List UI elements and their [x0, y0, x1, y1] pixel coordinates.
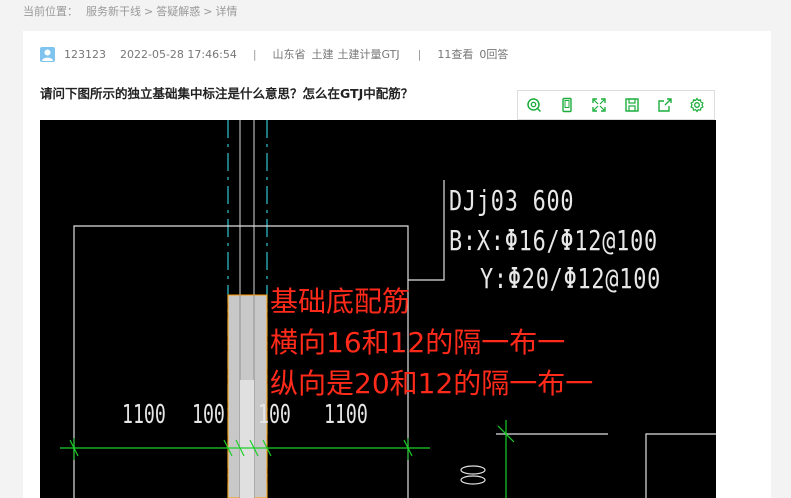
meta-divider: |: [252, 48, 257, 61]
foundation-label-line1: DJj03 600: [449, 184, 575, 217]
username[interactable]: 123123: [64, 47, 106, 63]
breadcrumb-prefix: 当前位置：: [23, 5, 78, 18]
breadcrumb-link-service[interactable]: 服务新干线: [86, 5, 141, 18]
breadcrumb-current: 详情: [215, 5, 238, 18]
page-background-edge: [771, 31, 791, 498]
breadcrumb-link-qa[interactable]: 答疑解惑: [156, 5, 200, 18]
search-icon: [527, 98, 542, 113]
post-meta: 123123 2022-05-28 17:46:54 | 山东省 土建 土建计量GTJ | 1…: [40, 47, 780, 63]
share-icon: [657, 98, 672, 112]
save-button[interactable]: [616, 91, 649, 119]
question-title: 请问下图所示的独立基础集中标注是什么意思？怎么在GTJ中配筋？: [40, 86, 414, 101]
dimension-label: 100: [258, 400, 291, 430]
image-toolbar: [517, 90, 715, 120]
breadcrumb: 当前位置： 服务新干线 > 答疑解惑 > 详情: [23, 4, 237, 20]
settings-icon: [690, 97, 704, 113]
dimension-label: 100: [192, 400, 225, 430]
avatar[interactable]: [40, 47, 55, 62]
region: 山东省: [272, 48, 306, 61]
annotation-line3: 纵向是20和12的隔一布一: [270, 367, 594, 400]
mobile-button[interactable]: [551, 91, 584, 119]
breadcrumb-separator: >: [203, 5, 213, 18]
user-icon: [42, 49, 53, 61]
question-image[interactable]: DJj03 600 B:X:Φ16/Φ12@100 Y:Φ20/Φ12@100 …: [40, 120, 716, 498]
share-button[interactable]: [648, 91, 681, 119]
foundation-label-line3: Y:Φ20/Φ12@100: [480, 262, 662, 295]
tag-civil[interactable]: 土建: [312, 47, 334, 63]
annotation-line2: 横向16和12的隔一布一: [270, 326, 566, 359]
post-time: 2022-05-28 17:46:54: [120, 48, 237, 61]
dimension-label: 1100: [122, 400, 166, 430]
mobile-icon: [562, 97, 572, 113]
answer-count: 0回答: [479, 48, 509, 61]
breadcrumb-separator: >: [144, 5, 154, 18]
view-count: 11查看: [437, 48, 474, 61]
question-card: 123123 2022-05-28 17:46:54 | 山东省 土建 土建计量GTJ | 1…: [23, 31, 791, 498]
search-button[interactable]: [518, 91, 551, 119]
annotation-line1: 基础底配筋: [270, 285, 411, 318]
settings-button[interactable]: [681, 91, 714, 119]
dimension-label: 1100: [324, 400, 368, 430]
fullscreen-icon: [592, 98, 607, 112]
tag-gtj[interactable]: 土建计量GTJ: [338, 47, 400, 63]
save-icon: [625, 98, 639, 112]
foundation-label-line2: B:X:Φ16/Φ12@100: [449, 224, 658, 257]
meta-divider: |: [417, 48, 422, 61]
fullscreen-button[interactable]: [583, 91, 616, 119]
